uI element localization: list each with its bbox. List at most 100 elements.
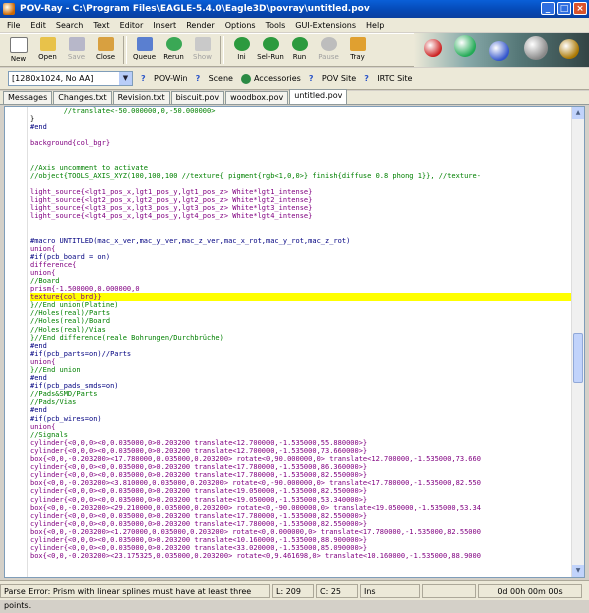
vertical-scrollbar[interactable]: ▲ ▼ <box>571 107 584 577</box>
pov-site-button[interactable]: ? POV Site <box>309 74 356 84</box>
code-line[interactable] <box>30 147 572 155</box>
code-line[interactable]: //Board <box>30 277 572 285</box>
code-line[interactable]: cylinder{<0,0,0><0,0.035000,0>0.203200 t… <box>30 463 572 471</box>
close-button[interactable]: Close <box>91 34 120 66</box>
code-line[interactable]: #macro UNTITLED(mac_x_ver,mac_y_ver,mac_… <box>30 237 572 245</box>
code-line[interactable]: box{<0,0,-0.203200><1.270000,0.035000,0.… <box>30 528 572 536</box>
code-editor[interactable]: //translate<-50.000000,0,-50.000000>} #en… <box>4 106 585 578</box>
ini-button[interactable]: Ini <box>227 34 256 66</box>
code-line[interactable]: prism{-1.500000,0.000000,0 <box>30 285 572 293</box>
code-line[interactable]: background{col_bgr} <box>30 139 572 147</box>
code-line[interactable] <box>30 131 572 139</box>
tab-biscuit-pov[interactable]: biscuit.pov <box>170 91 225 104</box>
pov-win-button[interactable]: ? POV-Win <box>141 74 188 84</box>
code-line[interactable]: #end <box>30 406 572 414</box>
scroll-up-icon[interactable]: ▲ <box>572 107 584 119</box>
resolution-select[interactable]: [1280x1024, No AA] ▼ <box>8 71 133 86</box>
code-line[interactable]: //translate<-50.000000,0,-50.000000> <box>30 107 572 115</box>
rerun-button[interactable]: Rerun <box>159 34 188 66</box>
code-area[interactable]: //translate<-50.000000,0,-50.000000>} #en… <box>30 107 572 577</box>
show-button[interactable]: Show <box>188 34 217 66</box>
scrollbar-thumb[interactable] <box>573 333 583 383</box>
code-line[interactable]: }//End union <box>30 366 572 374</box>
code-line[interactable]: //Pads&SMD/Parts <box>30 390 572 398</box>
code-line[interactable]: union{ <box>30 423 572 431</box>
minimize-button[interactable]: _ <box>541 2 555 15</box>
save-button[interactable]: Save <box>62 34 91 66</box>
code-line[interactable]: //Signals <box>30 431 572 439</box>
code-line[interactable]: box{<0,0,-0.203200><23.175325,0.035000,0… <box>30 552 572 560</box>
tab-changes-txt[interactable]: Changes.txt <box>53 91 112 104</box>
sel-run-button[interactable]: Sel-Run <box>256 34 285 66</box>
code-line[interactable]: box{<0,0,-0.203200><3.810000,0.035000,0.… <box>30 479 572 487</box>
code-line[interactable]: #if(pcb_parts=on)//Parts <box>30 350 572 358</box>
code-line[interactable]: cylinder{<0,0,0><0,0.035000,0>0.203200 t… <box>30 471 572 479</box>
code-line[interactable] <box>30 228 572 236</box>
tab-untitled-pov[interactable]: untitled.pov <box>289 89 348 104</box>
menu-options[interactable]: Options <box>220 21 261 30</box>
code-line[interactable]: #if(pcb_pads_smds=on) <box>30 382 572 390</box>
code-line[interactable]: cylinder{<0,0,0><0,0.035000,0>0.203200 t… <box>30 487 572 495</box>
code-line[interactable]: union{ <box>30 269 572 277</box>
menu-insert[interactable]: Insert <box>148 21 181 30</box>
code-line[interactable]: box{<0,0,-0.203200><29.210000,0.035000,0… <box>30 504 572 512</box>
code-line[interactable]: union{ <box>30 358 572 366</box>
code-line[interactable] <box>30 180 572 188</box>
code-line[interactable]: //Pads/Vias <box>30 398 572 406</box>
code-line[interactable]: //Holes(real)/Board <box>30 317 572 325</box>
tray-button[interactable]: Tray <box>343 34 372 66</box>
open-button[interactable]: Open <box>33 34 62 66</box>
menu-tools[interactable]: Tools <box>261 21 291 30</box>
menu-render[interactable]: Render <box>181 21 219 30</box>
code-line[interactable]: }//End union(Platine) <box>30 301 572 309</box>
code-line[interactable]: light_source{<lgt2_pos_x,lgt2_pos_y,lgt2… <box>30 196 572 204</box>
code-line[interactable]: }//End difference(reale Bohrungen/Durchb… <box>30 334 572 342</box>
menu-text[interactable]: Text <box>88 21 114 30</box>
new-button[interactable]: New <box>4 34 33 66</box>
code-line[interactable]: #if(pcb_board = on) <box>30 253 572 261</box>
code-line[interactable] <box>30 156 572 164</box>
code-line[interactable]: light_source{<lgt1_pos_x,lgt1_pos_y,lgt1… <box>30 188 572 196</box>
code-line[interactable]: } <box>30 115 572 123</box>
menu-file[interactable]: File <box>2 21 25 30</box>
code-line[interactable]: cylinder{<0,0,0><0,0.035000,0>0.203200 t… <box>30 536 572 544</box>
code-line[interactable]: //object{TOOLS_AXIS_XYZ(100,100,100 //te… <box>30 172 572 180</box>
code-line[interactable]: #end <box>30 342 572 350</box>
code-line[interactable]: light_source{<lgt4_pos_x,lgt4_pos_y,lgt4… <box>30 212 572 220</box>
menu-edit[interactable]: Edit <box>25 21 51 30</box>
code-line[interactable]: //Axis uncomment to activate <box>30 164 572 172</box>
scene-button[interactable]: ? Scene <box>196 74 233 84</box>
code-line[interactable]: cylinder{<0,0,0><0,0.035000,0>0.203200 t… <box>30 447 572 455</box>
code-line[interactable] <box>30 220 572 228</box>
queue-button[interactable]: Queue <box>130 34 159 66</box>
close-window-button[interactable]: × <box>573 2 587 15</box>
maximize-button[interactable]: □ <box>557 2 571 15</box>
code-line[interactable]: light_source{<lgt3_pos_x,lgt3_pos_y,lgt3… <box>30 204 572 212</box>
code-line[interactable]: cylinder{<0,0,0><0,0.035000,0>0.203200 t… <box>30 512 572 520</box>
code-line[interactable]: difference{ <box>30 261 572 269</box>
menu-help[interactable]: Help <box>361 21 389 30</box>
code-line[interactable]: #end <box>30 123 572 131</box>
highlighted-error-line[interactable]: texture{col_brd}} <box>30 293 572 302</box>
menu-gui-extensions[interactable]: GUI-Extensions <box>290 21 361 30</box>
run-button[interactable]: Run <box>285 34 314 66</box>
code-line[interactable]: //Holes(real)/Parts <box>30 309 572 317</box>
accessories-button[interactable]: Accessories <box>240 73 301 84</box>
code-line[interactable]: cylinder{<0,0,0><0,0.035000,0>0.203200 t… <box>30 439 572 447</box>
code-line[interactable]: #if(pcb_wires=on) <box>30 415 572 423</box>
code-line[interactable]: cylinder{<0,0,0><0,0.035000,0>0.203200 t… <box>30 520 572 528</box>
tab-revision-txt[interactable]: Revision.txt <box>112 91 170 104</box>
scroll-down-icon[interactable]: ▼ <box>572 565 584 577</box>
irtc-site-button[interactable]: ? IRTC Site <box>364 74 412 84</box>
tab-messages[interactable]: Messages <box>3 91 53 104</box>
tab-woodbox-pov[interactable]: woodbox.pov <box>225 91 289 104</box>
menu-search[interactable]: Search <box>51 21 88 30</box>
code-line[interactable]: //Holes(real)/Vias <box>30 326 572 334</box>
menu-editor[interactable]: Editor <box>115 21 149 30</box>
code-line[interactable]: cylinder{<0,0,0><0,0.035000,0>0.203200 t… <box>30 496 572 504</box>
code-line[interactable]: cylinder{<0,0,0><0,0.035000,0>0.203200 t… <box>30 544 572 552</box>
code-line[interactable]: box{<0,0,-0.203200><17.780000,0.035000,0… <box>30 455 572 463</box>
code-line[interactable]: #end <box>30 374 572 382</box>
pause-button[interactable]: Pause <box>314 34 343 66</box>
code-line[interactable]: union{ <box>30 245 572 253</box>
